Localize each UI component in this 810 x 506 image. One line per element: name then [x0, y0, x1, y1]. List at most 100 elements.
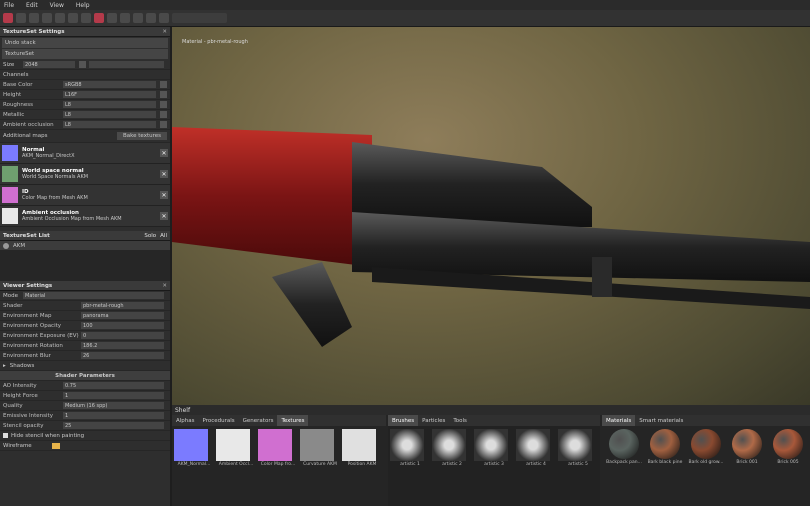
menu-view[interactable]: View	[50, 2, 64, 9]
map-item[interactable]: World space normal World Space Normals AK…	[0, 164, 170, 185]
channel-format-dropdown[interactable]: L8	[63, 121, 156, 128]
rifle-model	[172, 127, 810, 347]
shader-param-value[interactable]: Medium (16 spp)	[63, 402, 164, 409]
shelf-tab[interactable]: Materials	[602, 415, 636, 426]
shelf-tab[interactable]: Textures	[277, 415, 309, 426]
remove-map-icon[interactable]: ✕	[160, 149, 168, 157]
map-item[interactable]: Normal AKM_Normal_DirectX ✕	[0, 143, 170, 164]
bake-textures-button[interactable]: Bake textures	[117, 132, 167, 140]
size-value[interactable]: 2048	[23, 61, 75, 68]
menu-help[interactable]: Help	[76, 2, 90, 9]
visibility-icon[interactable]	[3, 242, 9, 249]
texture-tile[interactable]: Color Map fro...	[258, 429, 298, 467]
shader-param-value[interactable]: 1	[63, 392, 164, 399]
channel-format-dropdown[interactable]: L16F	[63, 91, 156, 98]
channel-format-dropdown[interactable]: sRGB8	[63, 81, 156, 88]
map-item[interactable]: Ambient occlusion Ambient Occlusion Map f…	[0, 206, 170, 227]
brush-tile[interactable]: artistic 5	[558, 429, 598, 467]
viewer-setting-value[interactable]: 186.2	[81, 342, 164, 349]
symmetry-icon[interactable]	[94, 13, 104, 23]
remove-channel-icon[interactable]	[160, 91, 167, 98]
texture-tile[interactable]: Curvature AKM	[300, 429, 340, 467]
texture-tile[interactable]: Ambient Occl...	[216, 429, 256, 467]
brush-tile[interactable]: artistic 2	[432, 429, 472, 467]
viewer-setting-value[interactable]: 100	[81, 322, 164, 329]
checkbox-icon[interactable]	[3, 433, 8, 438]
additional-maps-row: Additional maps Bake textures	[0, 130, 170, 143]
shelf-tab[interactable]: Particles	[418, 415, 449, 426]
polygon-fill-icon[interactable]	[42, 13, 52, 23]
material-tile[interactable]: Brick 001	[727, 429, 767, 465]
material-tile[interactable]: Bark black pine	[645, 429, 685, 465]
remove-map-icon[interactable]: ✕	[160, 212, 168, 220]
close-icon[interactable]: ✕	[162, 283, 167, 289]
shader-param-value[interactable]: 1	[63, 412, 164, 419]
viewer-setting-value[interactable]: panorama	[81, 312, 164, 319]
material-tile[interactable]: Bark old grow...	[686, 429, 726, 465]
remove-channel-icon[interactable]	[160, 101, 167, 108]
undo-stack-button[interactable]: Undo stack	[2, 38, 168, 48]
shader-params-header[interactable]: Shader Parameters	[0, 371, 170, 381]
texture-tile[interactable]: AKM_Normal...	[174, 429, 214, 467]
remove-channel-icon[interactable]	[160, 121, 167, 128]
close-icon[interactable]: ✕	[162, 29, 167, 35]
hide-stencil-row[interactable]: Hide stencil when painting	[0, 431, 170, 441]
menu-edit[interactable]: Edit	[26, 2, 38, 9]
map-item[interactable]: ID Color Map from Mesh AKM ✕	[0, 185, 170, 206]
shelf-tab[interactable]: Smart materials	[635, 415, 687, 426]
settings-icon[interactable]	[159, 13, 169, 23]
wireframe-color-swatch[interactable]	[51, 442, 60, 449]
remove-channel-icon[interactable]	[160, 111, 167, 118]
textureset-item[interactable]: AKM	[0, 241, 170, 251]
lock-icon[interactable]	[79, 61, 86, 68]
viewer-setting-label: Shader	[3, 302, 23, 309]
remove-map-icon[interactable]: ✕	[160, 191, 168, 199]
viewer-setting-value[interactable]: pbr-metal-rough	[81, 302, 164, 309]
shader-param-row: Emissive Intensity 1	[0, 411, 170, 421]
material-tile[interactable]: Backpack pan...	[604, 429, 644, 465]
size-label: Size	[3, 61, 15, 68]
eraser-tool-icon[interactable]	[16, 13, 26, 23]
brush-tile[interactable]: artistic 4	[516, 429, 556, 467]
size-slider[interactable]	[89, 61, 164, 68]
channel-format-dropdown[interactable]: L8	[63, 111, 156, 118]
shelf-tab[interactable]: Brushes	[388, 415, 419, 426]
material-tile[interactable]: Brick 005	[768, 429, 808, 465]
shadows-row[interactable]: ▸ Shadows	[0, 361, 170, 371]
camera-icon[interactable]	[107, 13, 117, 23]
viewer-setting-value[interactable]: 26	[81, 352, 164, 359]
mode-dropdown[interactable]: Material	[23, 292, 164, 299]
brush-tile[interactable]: artistic 3	[474, 429, 514, 467]
remove-map-icon[interactable]: ✕	[160, 170, 168, 178]
viewer-setting-value[interactable]: 0	[81, 332, 164, 339]
picker-tool-icon[interactable]	[81, 13, 91, 23]
paint-tool-icon[interactable]	[3, 13, 13, 23]
brush-tile[interactable]: artistic 1	[390, 429, 430, 467]
clone-tool-icon[interactable]	[68, 13, 78, 23]
channel-label: Metallic	[3, 111, 25, 118]
screenshot-icon[interactable]	[146, 13, 156, 23]
map-subtitle: AKM_Normal_DirectX	[22, 153, 75, 159]
textureset-button[interactable]: TextureSet	[2, 49, 168, 59]
channel-format-dropdown[interactable]: L8	[63, 101, 156, 108]
all-button[interactable]: All	[160, 233, 167, 239]
projection-tool-icon[interactable]	[29, 13, 39, 23]
view-icon[interactable]	[133, 13, 143, 23]
solo-button[interactable]: Solo	[144, 233, 156, 239]
shelf-tab[interactable]: Generators	[239, 415, 278, 426]
3d-viewport[interactable]: Material - pbr-metal-rough	[172, 27, 810, 405]
shelf-tab[interactable]: Tools	[449, 415, 471, 426]
viewer-setting-row: Environment Opacity 100	[0, 321, 170, 331]
stencil-opacity-value[interactable]: 25	[63, 422, 164, 429]
texture-tile[interactable]: Position AKM	[342, 429, 382, 467]
display-dropdown[interactable]	[172, 13, 227, 23]
shelf-tab[interactable]: Alphas	[172, 415, 199, 426]
smudge-tool-icon[interactable]	[55, 13, 65, 23]
texture-label: AKM_Normal...	[177, 462, 211, 467]
menu-file[interactable]: File	[4, 2, 14, 9]
shelf-tab[interactable]: Procedurals	[199, 415, 239, 426]
shader-param-value[interactable]: 0.75	[63, 382, 164, 389]
wireframe-row[interactable]: Wireframe	[0, 441, 170, 451]
grid-icon[interactable]	[120, 13, 130, 23]
remove-channel-icon[interactable]	[160, 81, 167, 88]
